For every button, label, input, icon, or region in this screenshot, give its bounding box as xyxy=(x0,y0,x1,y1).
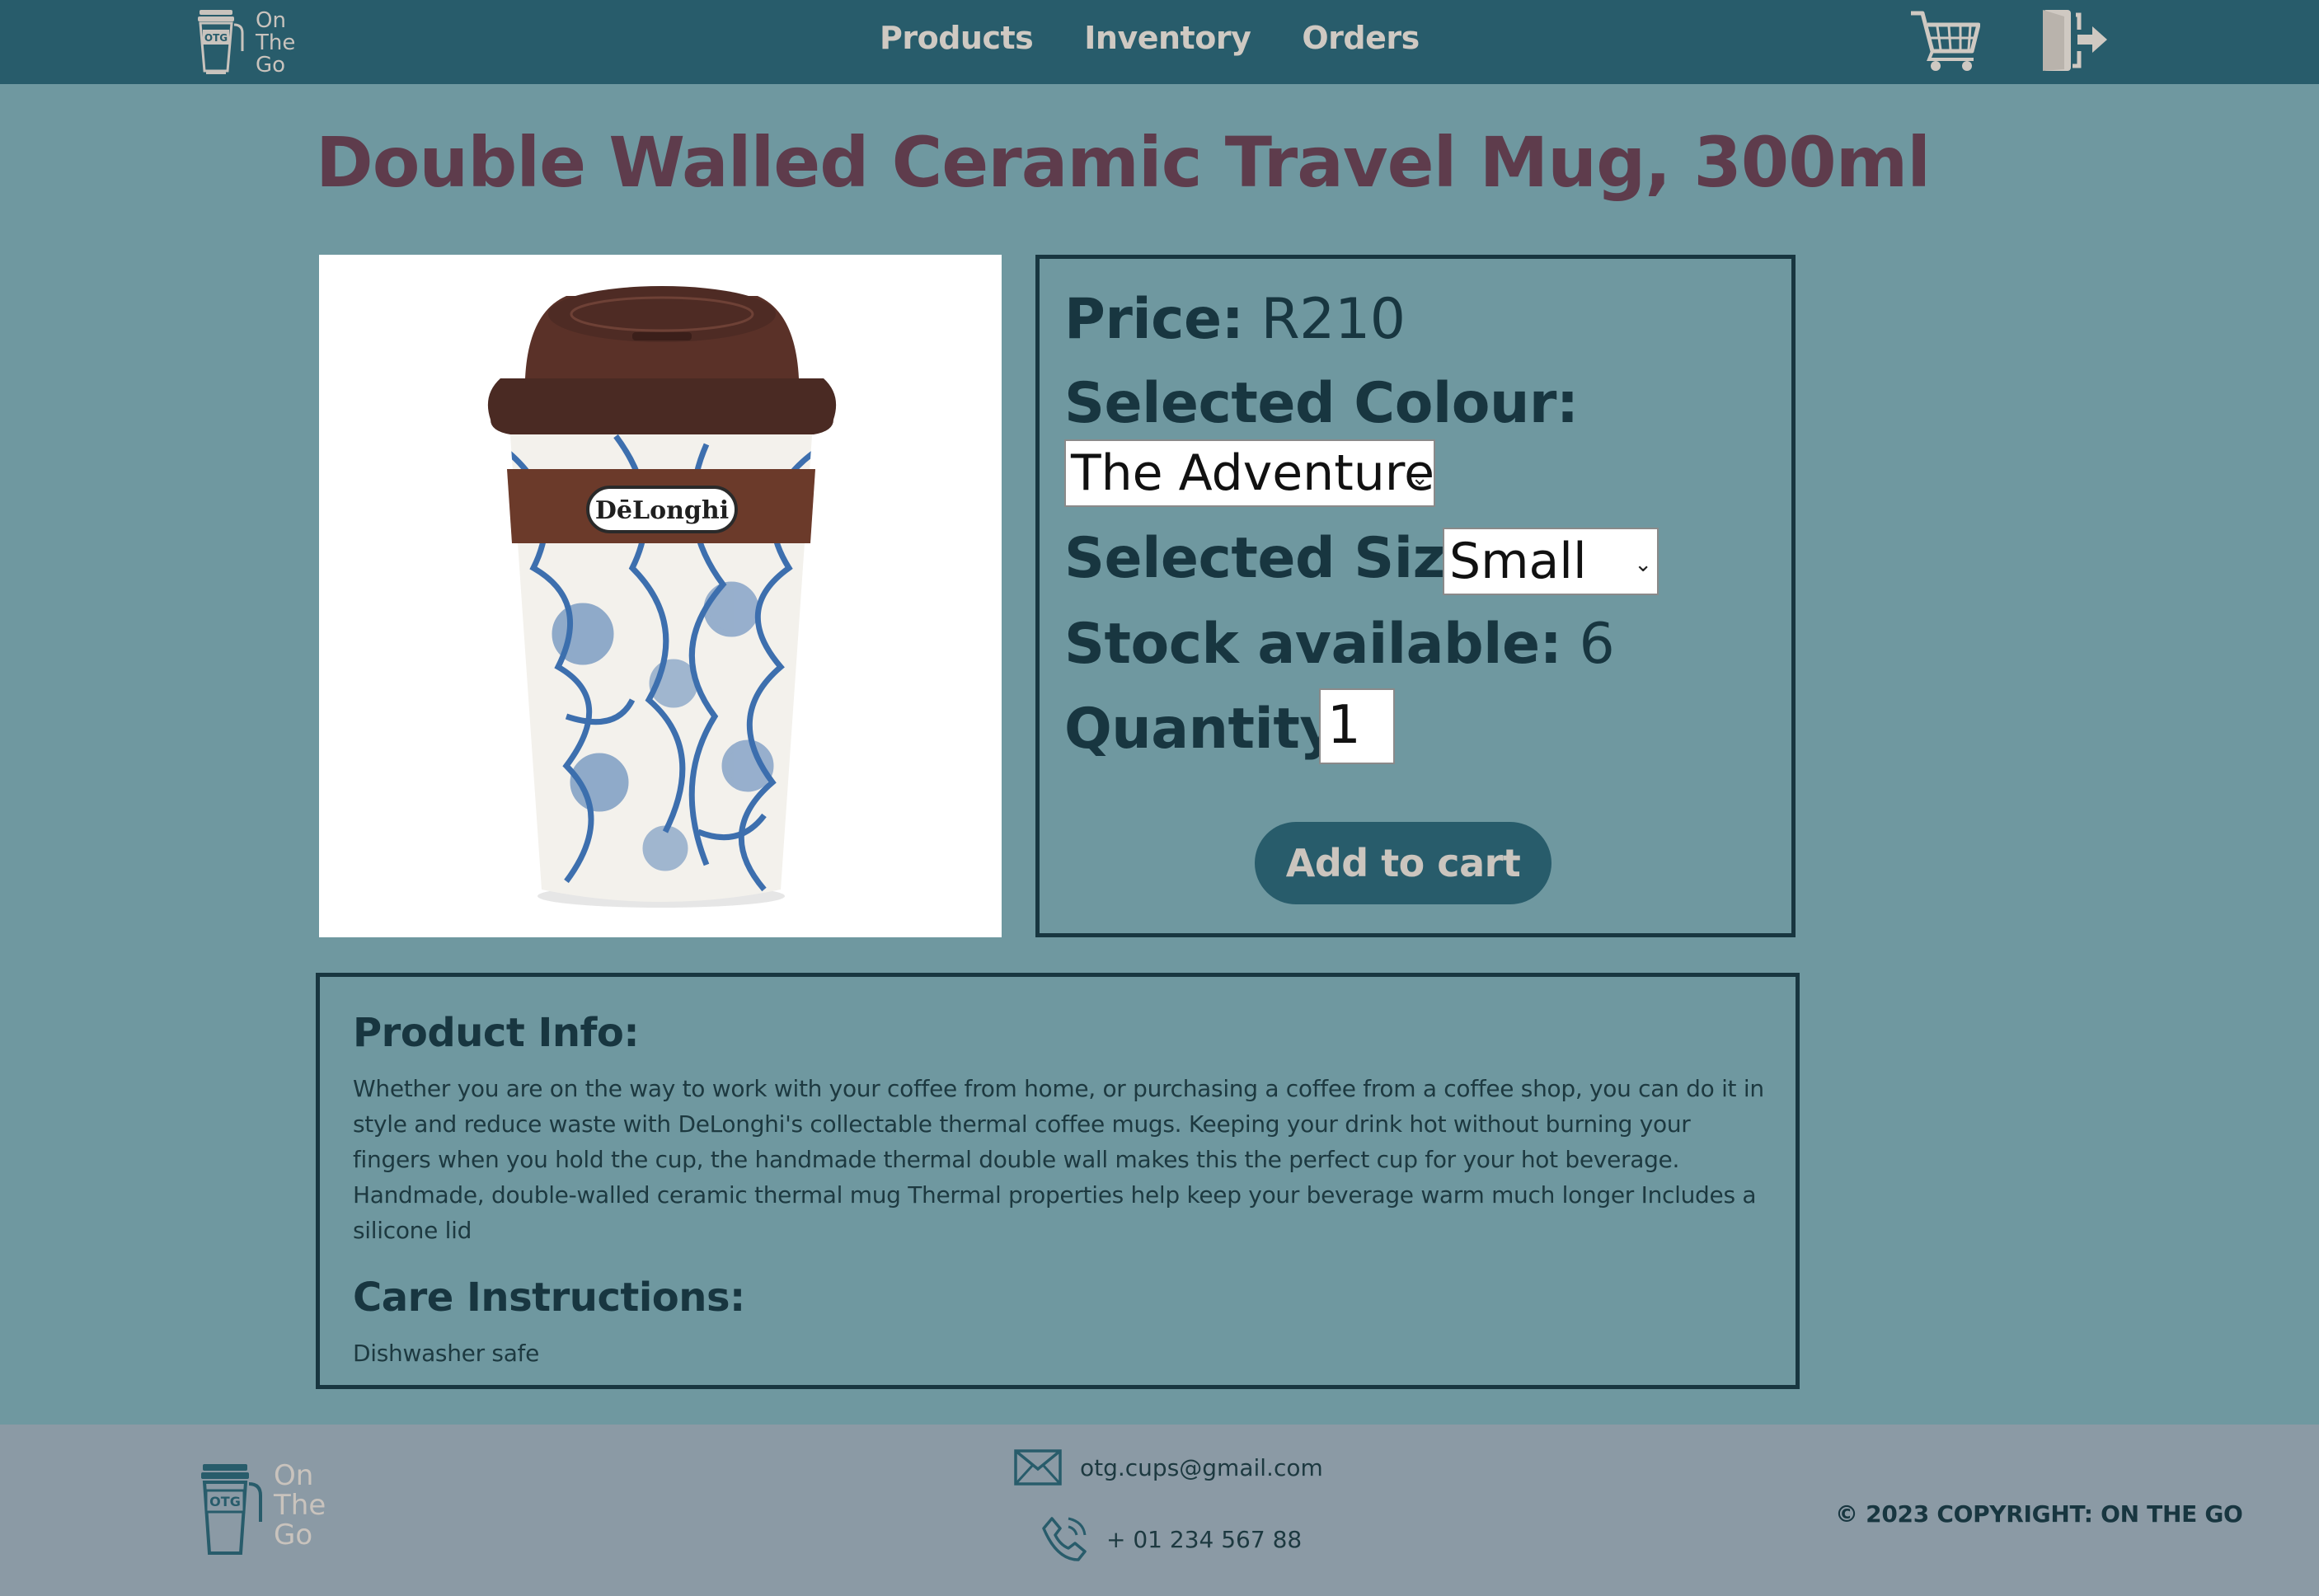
size-select-value: Small xyxy=(1449,533,1587,590)
stock-label: Stock available: xyxy=(1064,612,1562,677)
product-info-text: Whether you are on the way to work with … xyxy=(353,1075,1764,1244)
shopping-cart-icon[interactable] xyxy=(1909,8,1981,73)
size-row: Selected Size: xyxy=(1064,526,1505,591)
stock-row: Stock available: 6 xyxy=(1064,612,1615,677)
nav-link-inventory[interactable]: Inventory xyxy=(1084,20,1251,56)
colour-row: Selected Colour: xyxy=(1064,371,1579,436)
price-value: R210 xyxy=(1260,287,1406,352)
mug-brand-text: DēLonghi xyxy=(595,496,729,525)
svg-text:OTG: OTG xyxy=(209,1494,241,1509)
logo-line: On xyxy=(274,1459,314,1492)
cup-logo-icon: OTG xyxy=(201,1464,262,1555)
footer-email[interactable]: otg.cups@gmail.com xyxy=(1014,1449,1323,1486)
logo-line: Go xyxy=(256,53,286,77)
colour-label: Selected Colour: xyxy=(1064,371,1579,436)
nav-link-orders[interactable]: Orders xyxy=(1302,20,1420,56)
navbar: OTG On The Go Products Inventory Orders xyxy=(0,0,2319,84)
size-label: Selected Size: xyxy=(1064,526,1505,591)
envelope-icon xyxy=(1014,1449,1062,1486)
logo-text: On The Go xyxy=(274,1461,326,1550)
product-info-heading: Product Info: xyxy=(353,1010,640,1056)
quantity-label: Quantity: xyxy=(1064,697,1358,762)
chevron-down-icon: ⌄ xyxy=(1411,466,1429,491)
footer: OTG On The Go otg.cups@gmail.com + 01 23… xyxy=(0,1425,2319,1596)
price-row: Price: R210 xyxy=(1064,287,1406,352)
phone-icon xyxy=(1042,1517,1087,1561)
logo-text: On The Go xyxy=(256,10,295,77)
footer-logo: OTG On The Go xyxy=(198,1461,330,1560)
quantity-row: Quantity: xyxy=(1064,697,1358,762)
main-nav: Products Inventory Orders xyxy=(880,20,1471,56)
svg-text:OTG: OTG xyxy=(204,32,228,44)
care-instructions-heading: Care Instructions: xyxy=(353,1274,745,1321)
colour-select[interactable]: The Adventurer ⌄ xyxy=(1064,439,1435,507)
logo-line: Go xyxy=(274,1519,313,1551)
phone-text: + 01 234 567 88 xyxy=(1106,1525,1303,1553)
chevron-down-icon: ⌄ xyxy=(1634,552,1652,577)
nav-logo[interactable]: OTG On The Go xyxy=(196,5,303,77)
product-image: DēLonghi xyxy=(319,255,1002,937)
logo-line: The xyxy=(274,1489,326,1522)
copyright-text: © 2023 COPYRIGHT: ON THE GO xyxy=(1835,1500,2243,1528)
logout-door-icon[interactable] xyxy=(2040,5,2109,74)
care-instructions-text: Dishwasher safe xyxy=(353,1340,540,1367)
product-details-panel: Price: R210 Selected Colour: The Adventu… xyxy=(1035,255,1796,937)
page-title: Double Walled Ceramic Travel Mug, 300ml xyxy=(316,122,1931,203)
footer-phone[interactable]: + 01 234 567 88 xyxy=(1040,1515,1302,1563)
product-info-panel: Product Info: Whether you are on the way… xyxy=(316,973,1800,1389)
cup-logo-icon: OTG xyxy=(198,10,244,74)
email-text: otg.cups@gmail.com xyxy=(1080,1453,1323,1481)
size-select[interactable]: Small ⌄ xyxy=(1443,528,1659,595)
add-to-cart-button[interactable]: Add to cart xyxy=(1255,822,1551,904)
quantity-input[interactable]: 1 xyxy=(1319,688,1395,764)
nav-link-products[interactable]: Products xyxy=(880,20,1034,56)
colour-select-value: The Adventurer xyxy=(1071,444,1435,502)
price-label: Price: xyxy=(1064,287,1244,352)
logo-line: On xyxy=(256,8,286,33)
logo-line: The xyxy=(256,31,296,55)
stock-value: 6 xyxy=(1579,612,1615,677)
travel-mug-image: DēLonghi xyxy=(487,286,837,908)
